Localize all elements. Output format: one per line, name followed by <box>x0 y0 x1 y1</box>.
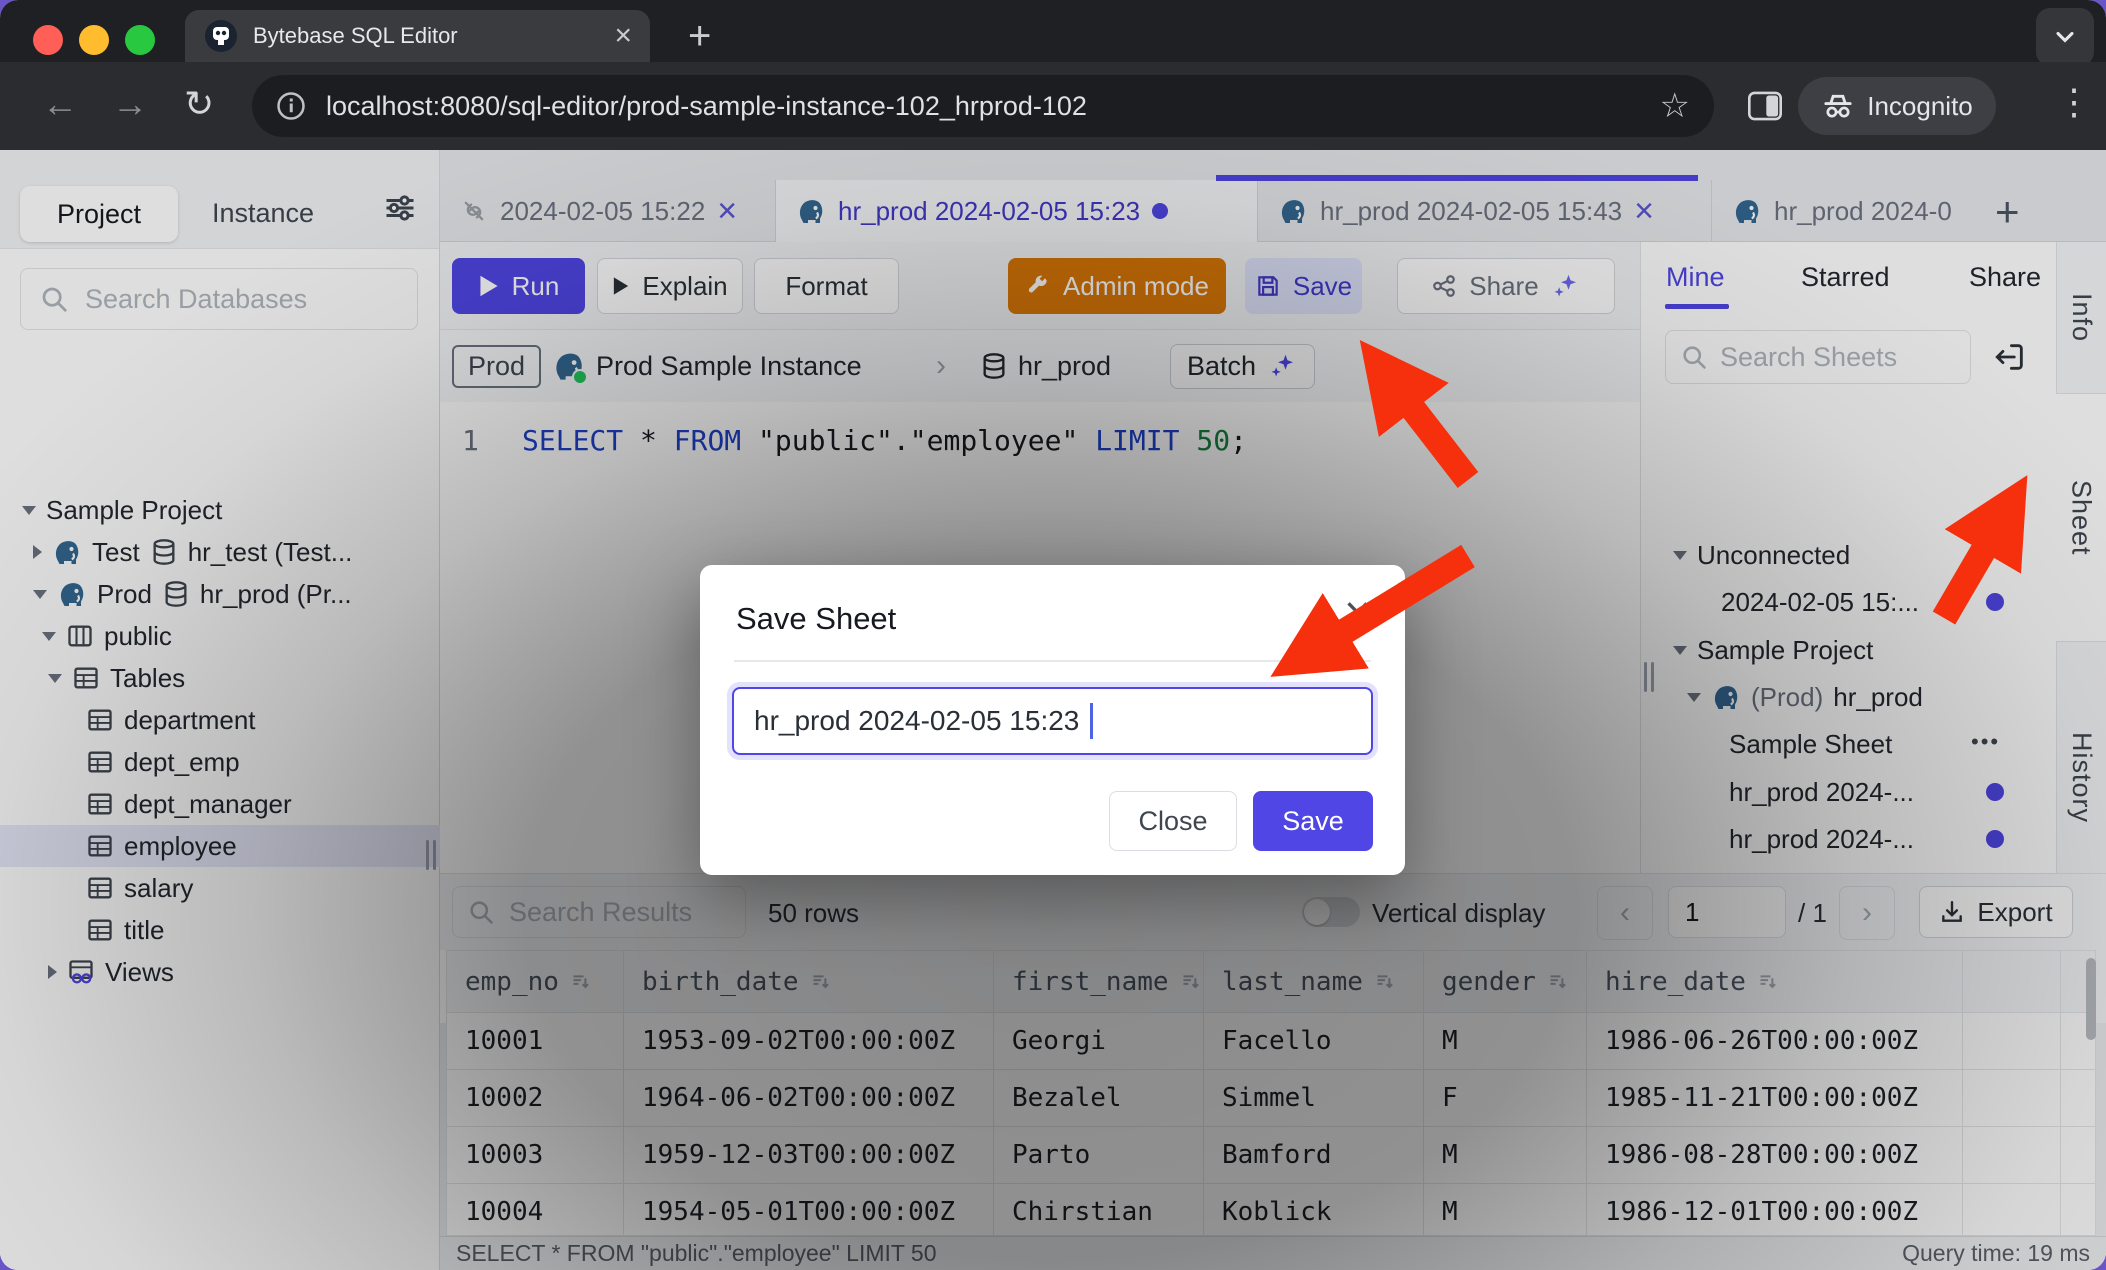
modal-title: Save Sheet <box>736 601 896 637</box>
minimize-window-button[interactable] <box>79 25 109 55</box>
incognito-label: Incognito <box>1867 91 1973 122</box>
incognito-badge[interactable]: Incognito <box>1798 77 1996 135</box>
close-tab-icon[interactable]: × <box>614 21 632 51</box>
incognito-icon <box>1821 91 1855 121</box>
bookmark-star-icon[interactable]: ☆ <box>1660 86 1690 126</box>
forward-button[interactable]: → <box>112 86 148 122</box>
browser-tab-strip: Bytebase SQL Editor × + <box>0 0 2106 62</box>
browser-tab[interactable]: Bytebase SQL Editor × <box>185 10 650 62</box>
modal-close-icon[interactable]: × <box>1344 589 1371 635</box>
back-button[interactable]: ← <box>42 86 78 122</box>
tab-search-button[interactable] <box>2036 8 2094 66</box>
modal-save-button[interactable]: Save <box>1253 791 1373 851</box>
text-cursor <box>1090 703 1093 739</box>
chevron-down-icon <box>2051 23 2079 51</box>
address-bar[interactable]: localhost:8080/sql-editor/prod-sample-in… <box>252 75 1714 137</box>
browser-tab-title: Bytebase SQL Editor <box>253 23 600 49</box>
sheet-name-input[interactable] <box>732 687 1373 755</box>
side-panel-icon[interactable] <box>1748 90 1782 122</box>
browser-menu-button[interactable]: ⋮ <box>2056 84 2092 120</box>
close-window-button[interactable] <box>33 25 63 55</box>
browser-navbar: ← → ↻ localhost:8080/sql-editor/prod-sam… <box>0 62 2106 150</box>
site-info-icon[interactable] <box>276 91 306 121</box>
modal-close-button[interactable]: Close <box>1109 791 1237 851</box>
browser-window: Bytebase SQL Editor × + ← → ↻ localhost:… <box>0 0 2106 1270</box>
bytebase-favicon-icon <box>203 18 239 54</box>
reload-button[interactable]: ↻ <box>184 86 214 122</box>
url-text: localhost:8080/sql-editor/prod-sample-in… <box>326 91 1640 122</box>
save-sheet-modal: Save Sheet × Close Save <box>700 565 1405 875</box>
new-tab-button[interactable]: + <box>688 14 711 59</box>
modal-divider <box>734 660 1371 662</box>
maximize-window-button[interactable] <box>125 25 155 55</box>
sql-editor-app: Project Instance Search Databases Sample… <box>0 150 2106 1270</box>
